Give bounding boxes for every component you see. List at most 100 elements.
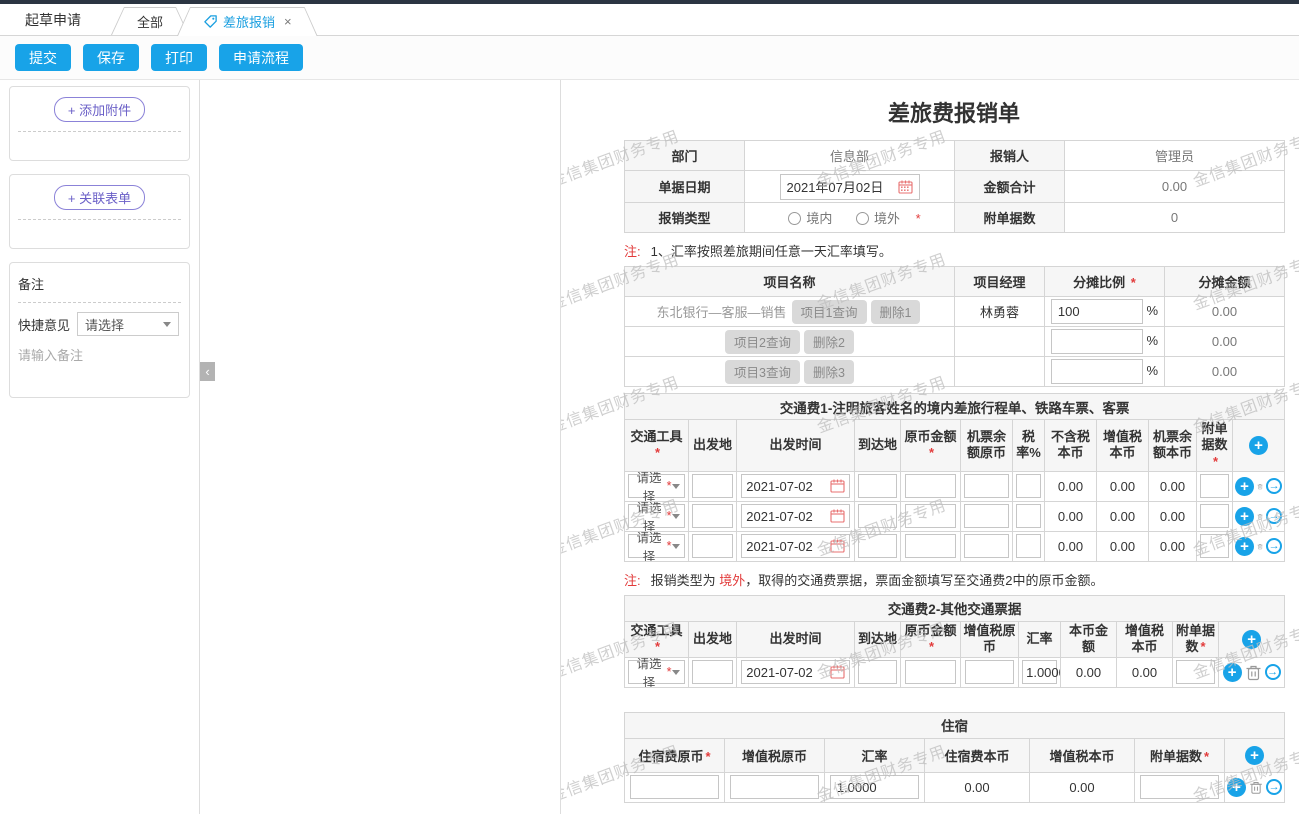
tax-rate-input[interactable] — [1016, 474, 1041, 498]
dept-label: 部门 — [625, 141, 745, 171]
required-mark: * — [916, 211, 921, 226]
move-row-icon[interactable]: → — [1265, 664, 1281, 680]
project1-delete-button[interactable]: 删除1 — [871, 300, 921, 324]
tab-travel-label: 差旅报销 — [223, 12, 275, 31]
link-form-empty-area — [18, 220, 181, 240]
radio-domestic-label: 境内 — [806, 211, 832, 226]
doc-count-input[interactable] — [1176, 660, 1215, 684]
doc-count-input[interactable] — [1200, 504, 1229, 528]
ratio-input[interactable]: 100 — [1051, 299, 1143, 324]
vehicle-select[interactable]: 请选择* — [628, 474, 684, 498]
vehicle-select[interactable]: 请选择* — [628, 504, 684, 528]
depart-date-input[interactable]: 2021-07-02 — [741, 534, 849, 558]
ticket-balance-input[interactable] — [964, 534, 1008, 558]
apply-flow-button[interactable]: 申请流程 — [219, 44, 303, 71]
total-label: 金额合计 — [955, 171, 1065, 203]
trash-icon[interactable] — [1245, 664, 1262, 681]
calendar-icon[interactable] — [898, 180, 913, 194]
tax-rate-input[interactable] — [1016, 504, 1041, 528]
trash-icon[interactable] — [1257, 538, 1263, 555]
destination-input[interactable] — [858, 660, 897, 684]
depart-date-input[interactable]: 2021-07-02 — [741, 504, 849, 528]
doc-count-input[interactable] — [1140, 775, 1220, 799]
destination-input[interactable] — [858, 474, 897, 498]
vat-base-value: 0.00 — [1030, 772, 1135, 802]
orig-amount-input[interactable] — [905, 534, 957, 558]
destination-input[interactable] — [858, 534, 897, 558]
sidebar: + 添加附件 + 关联表单 备注 快捷意见 请选择 — [0, 80, 200, 814]
origin-input[interactable] — [692, 660, 732, 684]
collapse-icon: ‹ — [205, 364, 209, 379]
add-row-icon[interactable]: + — [1242, 630, 1261, 649]
depart-date-input[interactable]: 2021-07-02 — [741, 474, 849, 498]
vat-orig-input[interactable] — [965, 660, 1015, 684]
project2-delete-button[interactable]: 删除2 — [804, 330, 854, 354]
move-row-icon[interactable]: → — [1266, 538, 1282, 554]
move-row-icon[interactable]: → — [1266, 779, 1282, 795]
ticket-balance-input[interactable] — [964, 504, 1008, 528]
doc-count-input[interactable] — [1200, 474, 1229, 498]
add-row-icon[interactable]: + — [1245, 746, 1264, 765]
ticket-balance-input[interactable] — [964, 474, 1008, 498]
calendar-icon — [830, 539, 845, 553]
share-amount: 0.00 — [1165, 357, 1285, 387]
amount-header: 分摊金额 — [1198, 275, 1250, 290]
link-form-button[interactable]: + 关联表单 — [54, 185, 145, 210]
add-row-icon[interactable]: + — [1235, 537, 1254, 556]
project3-query-button[interactable]: 项目3查询 — [725, 360, 800, 384]
transport2-title: 交通费2-其他交通票据 — [625, 595, 1285, 621]
tab-travel-reimbursement[interactable]: 差旅报销 × — [177, 7, 318, 36]
destination-input[interactable] — [858, 504, 897, 528]
excl-tax-value: 0.00 — [1045, 501, 1097, 531]
vehicle-select[interactable]: 请选择* — [628, 534, 684, 558]
ratio-input[interactable] — [1051, 329, 1143, 354]
save-button[interactable]: 保存 — [83, 44, 139, 71]
quick-opinion-select[interactable]: 请选择 — [77, 312, 179, 336]
transport2-table: 交通费2-其他交通票据 交通工具* 出发地 出发时间 到达地 原币金额* 增值税… — [624, 595, 1285, 688]
submit-button[interactable]: 提交 — [15, 44, 71, 71]
orig-amount-input[interactable] — [905, 504, 957, 528]
project-row: 项目2查询删除2 % 0.00 — [625, 327, 1285, 357]
tax-rate-input[interactable] — [1016, 534, 1041, 558]
doc-count-input[interactable] — [1200, 534, 1229, 558]
radio-overseas[interactable]: 境外 — [856, 211, 900, 226]
print-button[interactable]: 打印 — [151, 44, 207, 71]
trash-icon[interactable] — [1257, 478, 1263, 495]
add-attachment-button[interactable]: + 添加附件 — [54, 97, 145, 122]
tab-close-icon[interactable]: × — [284, 14, 292, 29]
origin-input[interactable] — [692, 534, 732, 558]
add-row-icon[interactable]: + — [1223, 663, 1242, 682]
add-row-icon[interactable]: + — [1235, 477, 1254, 496]
trash-icon[interactable] — [1249, 779, 1263, 796]
vat-orig-input[interactable] — [730, 775, 819, 799]
orig-amount-input[interactable] — [905, 474, 957, 498]
collapse-handle[interactable]: ‹ — [200, 362, 215, 381]
excl-tax-value: 0.00 — [1045, 471, 1097, 501]
doc-date-input[interactable]: 2021年07月02日 — [780, 174, 920, 200]
origin-input[interactable] — [692, 504, 732, 528]
required-mark: * — [1204, 749, 1209, 764]
note-overseas: 注:报销类型为 境外，取得的交通费票据，票面金额填写至交通费2中的原币金额。 — [624, 570, 1284, 589]
project1-query-button[interactable]: 项目1查询 — [792, 300, 867, 324]
lodging-orig-input[interactable] — [630, 775, 719, 799]
move-row-icon[interactable]: → — [1266, 478, 1282, 494]
orig-amount-input[interactable] — [905, 660, 957, 684]
vat-value: 0.00 — [1097, 501, 1149, 531]
required-mark: * — [929, 445, 934, 460]
ratio-input[interactable] — [1051, 359, 1143, 384]
rate-input[interactable]: 1.0000 — [830, 775, 919, 799]
trash-icon[interactable] — [1257, 508, 1263, 525]
depart-date-input[interactable]: 2021-07-02 — [741, 660, 849, 684]
radio-domestic[interactable]: 境内 — [788, 211, 832, 226]
remarks-textarea[interactable]: 请输入备注 — [18, 345, 181, 389]
project3-delete-button[interactable]: 删除3 — [804, 360, 854, 384]
add-row-icon[interactable]: + — [1249, 436, 1268, 455]
move-row-icon[interactable]: → — [1266, 508, 1282, 524]
origin-input[interactable] — [692, 474, 732, 498]
add-row-icon[interactable]: + — [1227, 778, 1246, 797]
project2-query-button[interactable]: 项目2查询 — [725, 330, 800, 354]
chevron-down-icon — [672, 544, 680, 549]
vehicle-select[interactable]: 请选择* — [628, 660, 684, 684]
add-row-icon[interactable]: + — [1235, 507, 1254, 526]
rate-input[interactable]: 1.0000 — [1022, 660, 1057, 684]
